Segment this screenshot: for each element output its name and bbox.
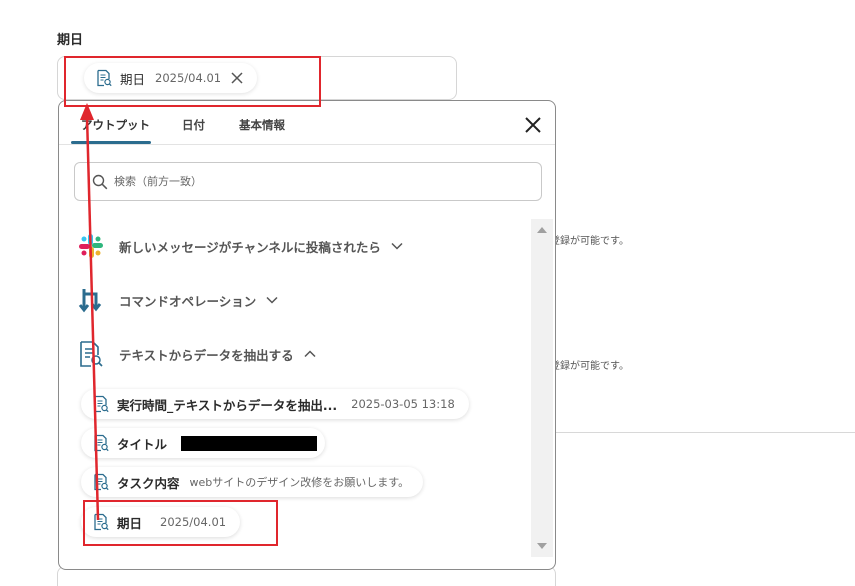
annotation-arrow [80, 103, 100, 521]
